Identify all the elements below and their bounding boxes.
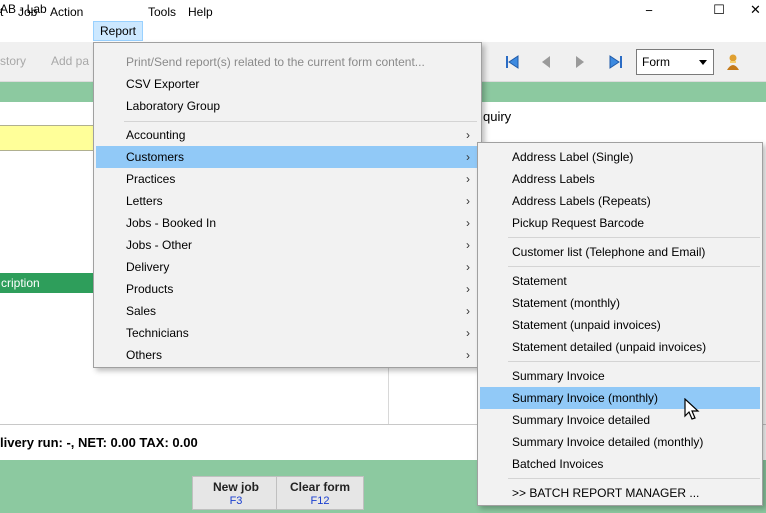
wizard-icon (727, 54, 739, 70)
form-select[interactable]: Form (636, 49, 714, 75)
menu-tools[interactable]: Tools (142, 2, 182, 22)
chevron-right-icon: › (466, 326, 470, 340)
chevron-right-icon: › (466, 194, 470, 208)
submenu-item-address-label-single[interactable]: Address Label (Single) (480, 146, 760, 168)
menu-report[interactable]: Report (93, 21, 144, 41)
previous-record-button[interactable] (535, 52, 557, 72)
submenu-item-statement-monthly[interactable]: Statement (monthly) (480, 292, 760, 314)
menu-item-practices[interactable]: Practices › (96, 168, 479, 190)
customers-submenu: Address Label (Single) Address Labels Ad… (477, 142, 763, 506)
skip-first-icon (506, 55, 519, 69)
chevron-right-icon: › (466, 216, 470, 230)
submenu-item-statement-detailed-unpaid[interactable]: Statement detailed (unpaid invoices) (480, 336, 760, 358)
menu-item-sales[interactable]: Sales › (96, 300, 479, 322)
submenu-item-statement[interactable]: Statement (480, 270, 760, 292)
mouse-cursor-icon (684, 398, 700, 420)
menu-item-technicians[interactable]: Technicians › (96, 322, 479, 344)
submenu-item-summary-invoice-monthly[interactable]: Summary Invoice (monthly) (480, 387, 760, 409)
menu-item-delivery[interactable]: Delivery › (96, 256, 479, 278)
new-job-label: New job (212, 480, 259, 494)
menu-item-letters[interactable]: Letters › (96, 190, 479, 212)
close-icon: ✕ (750, 2, 761, 17)
summary-totals: livery run: -, NET: 0.00 TAX: 0.00 (0, 435, 198, 450)
menu-job[interactable]: Job (12, 2, 43, 22)
submenu-item-customer-list[interactable]: Customer list (Telephone and Email) (480, 241, 760, 263)
submenu-item-pickup-request-barcode[interactable]: Pickup Request Barcode (480, 212, 760, 234)
submenu-item-summary-invoice[interactable]: Summary Invoice (480, 365, 760, 387)
menu-item-jobs-booked-in[interactable]: Jobs - Booked In › (96, 212, 479, 234)
report-menu: Print/Send report(s) related to the curr… (93, 42, 482, 368)
submenu-item-summary-invoice-detailed-monthly[interactable]: Summary Invoice detailed (monthly) (480, 431, 760, 453)
maximize-icon: ☐ (713, 2, 725, 17)
close-button[interactable]: ✕ (745, 0, 766, 20)
form-select-value: Form (642, 55, 670, 69)
chevron-right-icon: › (466, 260, 470, 274)
add-button[interactable]: Add pa (51, 54, 89, 68)
last-record-button[interactable] (605, 52, 627, 72)
chevron-right-icon: › (466, 128, 470, 142)
chevron-right-icon: › (466, 238, 470, 252)
submenu-item-batch-report-manager[interactable]: >> BATCH REPORT MANAGER ... (480, 482, 760, 504)
menu-separator (508, 237, 760, 238)
chevron-right-icon: › (466, 304, 470, 318)
clear-form-label: Clear form (289, 480, 351, 494)
menu-item-customers[interactable]: Customers › (96, 146, 479, 168)
menu-separator (508, 478, 760, 479)
chevron-right-icon: › (466, 282, 470, 296)
wizard-button[interactable] (722, 52, 744, 72)
menu-edit[interactable]: t (0, 2, 9, 22)
menu-separator (124, 121, 477, 122)
chevron-down-icon (699, 60, 707, 65)
menu-item-print-send[interactable]: Print/Send report(s) related to the curr… (96, 51, 479, 73)
chevron-right-icon: › (466, 150, 470, 164)
customer-input[interactable] (0, 125, 95, 151)
menu-action[interactable]: Action (44, 2, 89, 22)
menu-item-accounting[interactable]: Accounting › (96, 124, 479, 146)
submenu-item-address-labels-repeats[interactable]: Address Labels (Repeats) (480, 190, 760, 212)
new-job-shortcut: F3 (229, 495, 243, 507)
chevron-right-icon: › (466, 348, 470, 362)
maximize-button[interactable]: ☐ (696, 0, 742, 20)
submenu-item-statement-unpaid[interactable]: Statement (unpaid invoices) (480, 314, 760, 336)
next-icon (576, 56, 584, 68)
chevron-right-icon: › (466, 172, 470, 186)
menu-separator (508, 361, 760, 362)
menu-item-others[interactable]: Others › (96, 344, 479, 366)
menu-separator (508, 266, 760, 267)
menu-item-laboratory-group[interactable]: Laboratory Group (96, 95, 479, 117)
next-record-button[interactable] (569, 52, 591, 72)
skip-last-icon (609, 55, 622, 69)
enquiry-label: quiry (483, 109, 512, 124)
menu-help[interactable]: Help (182, 2, 219, 22)
submenu-item-address-labels[interactable]: Address Labels (480, 168, 760, 190)
description-column-header[interactable]: cription (0, 273, 95, 293)
submenu-item-summary-invoice-detailed[interactable]: Summary Invoice detailed (480, 409, 760, 431)
menu-item-products[interactable]: Products › (96, 278, 479, 300)
minimize-button[interactable]: − (626, 0, 672, 20)
menu-item-jobs-other[interactable]: Jobs - Other › (96, 234, 479, 256)
clear-form-button[interactable]: Clear form F12 (276, 476, 364, 510)
clear-form-shortcut: F12 (310, 495, 330, 507)
minimize-icon: − (645, 2, 653, 18)
previous-icon (542, 56, 550, 68)
history-button[interactable]: story (0, 54, 26, 68)
first-record-button[interactable] (501, 52, 523, 72)
submenu-item-batched-invoices[interactable]: Batched Invoices (480, 453, 760, 475)
menu-item-csv-exporter[interactable]: CSV Exporter (96, 73, 479, 95)
new-job-button[interactable]: New job F3 (192, 476, 280, 510)
